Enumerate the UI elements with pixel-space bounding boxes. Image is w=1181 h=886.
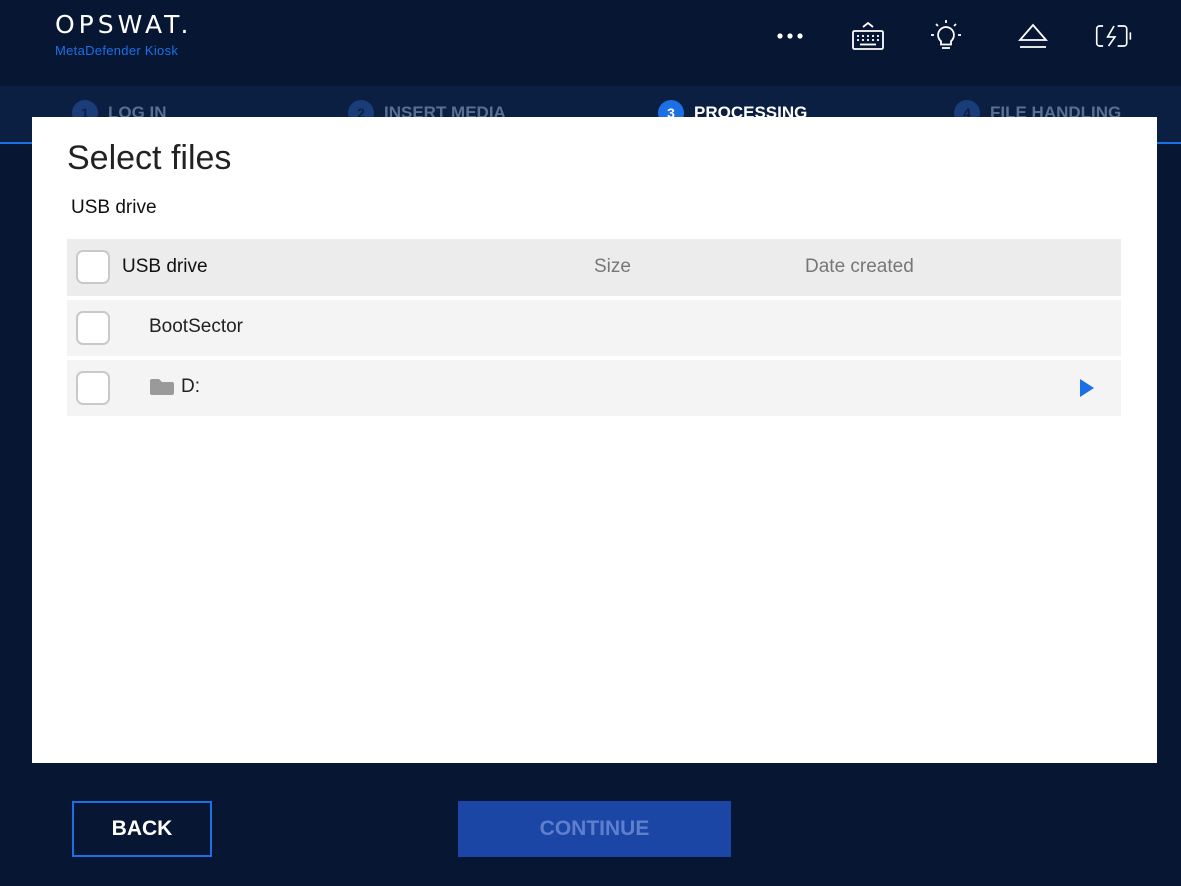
select-all-checkbox[interactable] <box>76 250 110 284</box>
dialog-title: Select files <box>67 139 232 177</box>
file-name-label: BootSector <box>149 316 243 337</box>
brand-name: OPSWAT. <box>55 10 193 39</box>
column-header-name[interactable]: USB drive <box>122 256 208 278</box>
more-options-icon[interactable] <box>770 16 810 56</box>
column-header-date-created[interactable]: Date created <box>805 256 914 278</box>
table-row[interactable]: BootSector <box>67 300 1121 356</box>
table-row[interactable]: D: <box>67 360 1121 416</box>
keyboard-icon[interactable] <box>848 16 888 56</box>
opswat-logo: OPSWAT. MetaDefender Kiosk <box>55 10 192 58</box>
row-checkbox[interactable] <box>76 371 110 405</box>
product-name: MetaDefender Kiosk <box>55 43 179 58</box>
select-files-dialog: Select files USB drive USB drive Size Da… <box>32 117 1157 763</box>
expand-arrow-icon[interactable] <box>1079 378 1095 398</box>
breadcrumb[interactable]: USB drive <box>71 197 157 219</box>
file-table: USB drive Size Date created BootSector D… <box>67 239 1121 420</box>
continue-button[interactable]: CONTINUE <box>458 801 731 857</box>
folder-name-label: D: <box>181 376 200 397</box>
table-header: USB drive Size Date created <box>67 239 1121 296</box>
column-header-size[interactable]: Size <box>594 256 631 278</box>
row-checkbox[interactable] <box>76 311 110 345</box>
lightbulb-icon[interactable] <box>926 16 966 56</box>
file-name: BootSector <box>149 316 243 338</box>
folder-icon <box>150 379 174 395</box>
back-button[interactable]: BACK <box>72 801 212 857</box>
app-header: OPSWAT. MetaDefender Kiosk <box>0 0 1181 86</box>
battery-charging-icon <box>1094 16 1134 56</box>
folder-name: D: <box>149 376 200 398</box>
eject-icon[interactable] <box>1013 16 1053 56</box>
